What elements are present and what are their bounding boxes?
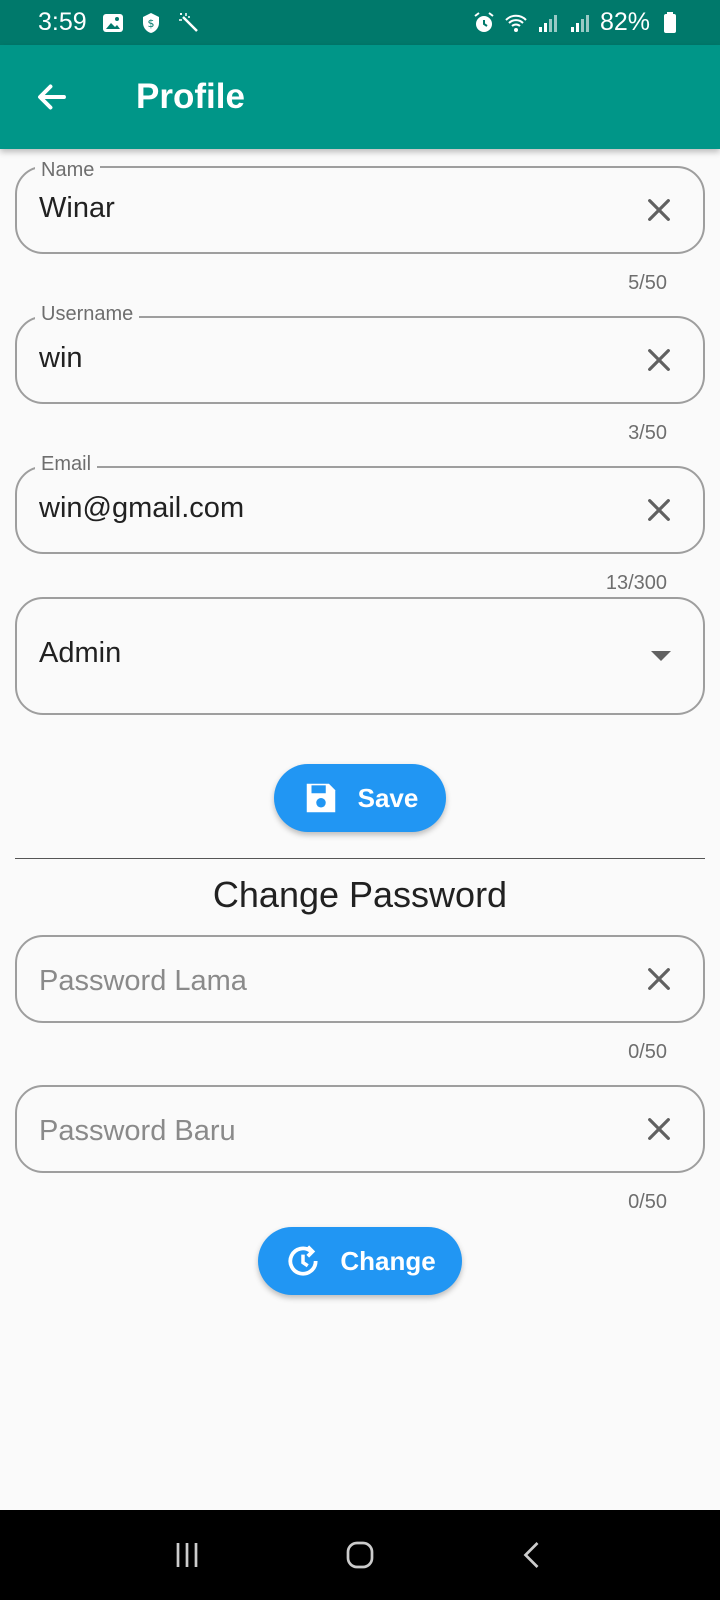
save-label: Save (357, 782, 419, 813)
email-field[interactable]: Email win@gmail.com (15, 452, 705, 554)
username-label: Username (35, 302, 140, 326)
close-icon (648, 968, 670, 990)
save-icon (306, 783, 335, 813)
battery-icon (658, 11, 682, 35)
arrow-back-icon (38, 84, 66, 110)
alarm-icon (472, 11, 496, 35)
name-input[interactable]: Winar (39, 190, 599, 226)
new-password-counter: 0/50 (628, 1191, 667, 1213)
name-field[interactable]: Name Winar (15, 158, 705, 254)
clear-old-password-button[interactable] (641, 961, 677, 997)
status-right: 82% (472, 8, 682, 37)
old-password-field[interactable] (15, 935, 705, 1023)
old-password-counter: 0/50 (628, 1041, 667, 1063)
email-counter: 13/300 (605, 572, 667, 594)
username-input[interactable]: win (39, 340, 599, 376)
signal-icon (536, 11, 560, 35)
app-bar: Profile (0, 45, 720, 149)
new-password-input[interactable] (39, 1113, 599, 1149)
clear-username-button[interactable] (641, 342, 677, 378)
username-counter: 3/50 (628, 422, 667, 444)
clear-name-button[interactable] (641, 192, 677, 228)
close-icon (648, 199, 670, 221)
change-password-button[interactable]: Change (258, 1227, 462, 1295)
svg-text:$: $ (147, 17, 154, 30)
close-icon (648, 349, 670, 371)
save-button[interactable]: Save (274, 764, 446, 832)
name-label: Name (35, 158, 101, 182)
battery-percent: 82% (599, 8, 650, 36)
new-password-field[interactable] (15, 1085, 705, 1173)
home-icon (346, 1541, 374, 1569)
close-icon (648, 499, 670, 521)
status-left: 3:59 $ (38, 8, 201, 37)
wifi-icon (504, 11, 528, 35)
chevron-left-icon (523, 1542, 539, 1568)
profile-screen: 3:59 $ 82% Profile Name Winar 5/50 Usern… (0, 0, 720, 1600)
back-button[interactable] (24, 69, 80, 125)
magic-wand-icon (177, 11, 201, 35)
close-icon (648, 1118, 670, 1140)
status-time: 3:59 (38, 8, 87, 36)
role-value: Admin (39, 637, 122, 669)
restore-icon (288, 1245, 318, 1276)
change-password-title: Change Password (212, 874, 508, 915)
system-back-button[interactable] (503, 1525, 563, 1585)
signal-icon-2 (568, 11, 592, 35)
navigation-bar (0, 1510, 720, 1600)
name-counter: 5/50 (628, 272, 667, 294)
role-dropdown[interactable]: Admin (15, 597, 705, 715)
dropdown-arrow-icon (651, 651, 671, 661)
home-button[interactable] (330, 1525, 390, 1585)
change-label: Change (340, 1245, 436, 1276)
status-bar: 3:59 $ 82% (0, 0, 720, 45)
clear-new-password-button[interactable] (641, 1111, 677, 1147)
username-field[interactable]: Username win (15, 302, 705, 404)
shield-icon: $ (139, 11, 163, 35)
email-input[interactable]: win@gmail.com (39, 490, 599, 526)
old-password-input[interactable] (39, 963, 599, 999)
email-label: Email (35, 452, 98, 476)
clear-email-button[interactable] (641, 492, 677, 528)
divider (15, 858, 705, 859)
page-title: Profile (136, 77, 245, 116)
gallery-icon (101, 11, 125, 35)
recent-apps-button[interactable] (157, 1525, 217, 1585)
recent-apps-icon (176, 1543, 198, 1567)
